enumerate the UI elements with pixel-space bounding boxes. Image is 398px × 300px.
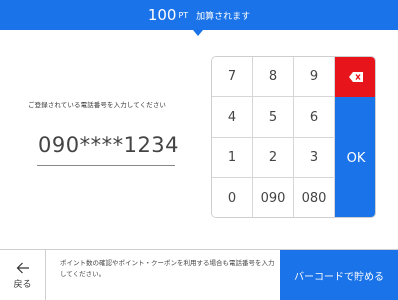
points-unit: PT xyxy=(178,10,189,20)
key-8[interactable]: 8 xyxy=(253,57,294,97)
back-label: 戻る xyxy=(13,279,32,290)
key-9[interactable]: 9 xyxy=(294,57,335,97)
key-4[interactable]: 4 xyxy=(212,97,253,138)
key-1[interactable]: 1 xyxy=(212,138,253,178)
points-message: 加算されます xyxy=(196,11,251,22)
backspace-icon xyxy=(349,72,363,82)
ok-button[interactable]: OK xyxy=(335,97,375,217)
points-value: 100 xyxy=(147,6,177,24)
key-3[interactable]: 3 xyxy=(294,138,335,178)
phone-prompt: ご登録されている電話番号を入力してください xyxy=(28,101,167,109)
phone-underline xyxy=(37,165,175,166)
back-button[interactable]: 戻る xyxy=(0,250,46,300)
points-banner: 100 PT 加算されます xyxy=(0,0,398,30)
barcode-save-button[interactable]: バーコードで貯める xyxy=(280,250,398,300)
key-080[interactable]: 080 xyxy=(294,178,335,217)
key-090[interactable]: 090 xyxy=(253,178,294,217)
key-2[interactable]: 2 xyxy=(253,138,294,178)
key-0[interactable]: 0 xyxy=(212,178,253,217)
key-6[interactable]: 6 xyxy=(294,97,335,138)
footer-info-text: ポイント数の確認やポイント・クーポンを利用する場合も電話番号を入力してください。 xyxy=(60,259,275,278)
key-5[interactable]: 5 xyxy=(253,97,294,138)
footer-bar: 戻る ポイント数の確認やポイント・クーポンを利用する場合も電話番号を入力してくだ… xyxy=(0,249,398,300)
phone-number-field[interactable]: 090****1234 xyxy=(38,133,179,157)
numeric-keypad: 7 8 9 4 5 6 OK 1 2 3 0 090 080 xyxy=(211,56,376,218)
arrow-left-icon xyxy=(16,262,29,273)
banner-notch xyxy=(193,30,203,36)
delete-button[interactable] xyxy=(335,57,375,97)
key-7[interactable]: 7 xyxy=(212,57,253,97)
